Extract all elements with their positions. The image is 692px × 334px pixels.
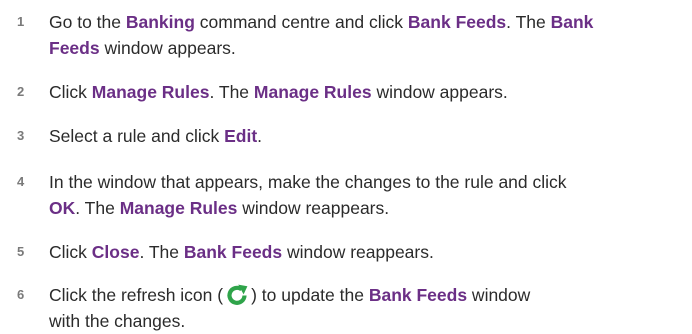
instruction-text: . The — [139, 242, 184, 262]
instruction-text: . The — [506, 12, 551, 32]
step-text-line: OK. The Manage Rules window reappears. — [49, 195, 689, 221]
step-text-line: In the window that appears, make the cha… — [49, 169, 689, 195]
step-number: 6 — [17, 287, 25, 302]
ui-term: OK — [49, 198, 76, 218]
ui-term: Bank — [550, 12, 594, 32]
instruction-text: ) to update the — [251, 285, 369, 305]
ui-term: Manage Rules — [119, 198, 238, 218]
step-number: 4 — [17, 174, 25, 189]
step-number: 1 — [17, 14, 25, 29]
step-text-line: with the changes. — [49, 308, 689, 334]
instruction-text: window reappears. — [282, 242, 434, 262]
step-text-line: Click Manage Rules. The Manage Rules win… — [49, 79, 689, 105]
instruction-text: Click — [49, 82, 92, 102]
refresh-icon — [225, 283, 249, 307]
instruction-text: window appears. — [371, 82, 508, 102]
step-text-line: Feeds window appears. — [49, 35, 689, 61]
instruction-text: Go to the — [49, 12, 126, 32]
ui-term: Close — [91, 242, 140, 262]
instruction-text: with the changes. — [49, 311, 186, 331]
instruction-text: . The — [209, 82, 254, 102]
step-number: 3 — [17, 128, 25, 143]
instruction-text: Click — [49, 242, 92, 262]
instruction-steps: 1 Go to the Banking command centre and cl… — [0, 0, 692, 331]
instruction-text: Select a rule and click — [49, 126, 225, 146]
ui-term: Bank Feeds — [407, 12, 507, 32]
ui-term: Bank Feeds — [183, 242, 283, 262]
ui-term: Edit — [224, 126, 258, 146]
ui-term: Manage Rules — [253, 82, 372, 102]
instruction-text: . The — [75, 198, 120, 218]
ui-term: Feeds — [49, 38, 100, 58]
instruction-text: In the window that appears, make the cha… — [49, 172, 567, 192]
instruction-text: Click the refresh icon ( — [49, 285, 224, 305]
instruction-text: window reappears. — [237, 198, 390, 218]
step-text-line: Click Close. The Bank Feeds window reapp… — [49, 239, 689, 265]
ui-term: Banking — [125, 12, 195, 32]
ui-term: Bank Feeds — [368, 285, 468, 305]
step-text-line: Select a rule and click Edit. — [49, 123, 689, 149]
step-text-line: Go to the Banking command centre and cli… — [49, 9, 689, 35]
step-number: 2 — [17, 84, 25, 99]
step-number: 5 — [17, 244, 25, 259]
instruction-text: command centre and click — [194, 12, 408, 32]
ui-term: Manage Rules — [91, 82, 210, 102]
instruction-text: window — [467, 285, 531, 305]
instruction-text: window appears. — [99, 38, 236, 58]
step-text-line: Click the refresh icon () to update the … — [49, 282, 689, 308]
instruction-text: . — [257, 126, 263, 146]
